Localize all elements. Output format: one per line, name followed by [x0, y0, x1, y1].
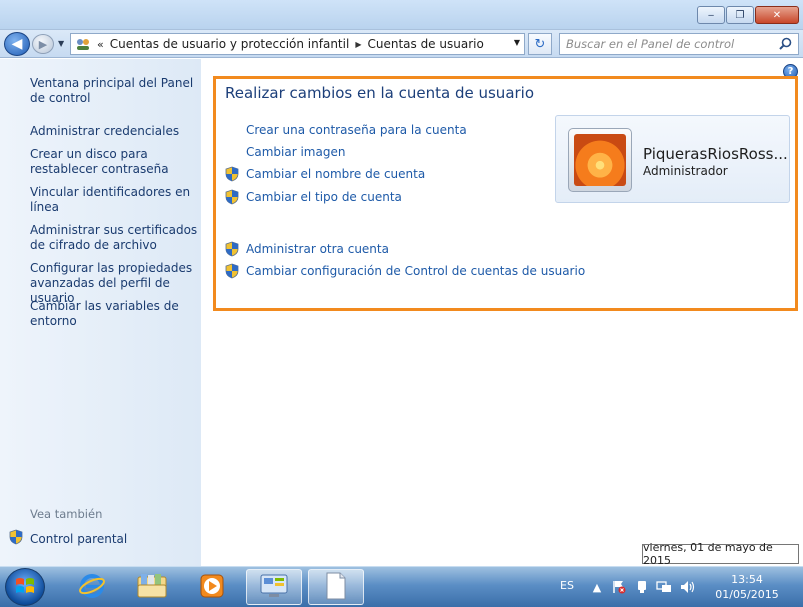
user-name: PiquerasRiosRoss...: [643, 145, 788, 163]
forward-button[interactable]: ▶: [32, 34, 54, 54]
taskbar-control-panel[interactable]: [246, 569, 302, 605]
user-avatar-frame: [568, 128, 632, 192]
control-panel-icon: [75, 37, 91, 51]
uac-shield-icon: [224, 166, 240, 182]
navigation-bar: ◀ ▶ ▼ « Cuentas de usuario y protección …: [0, 30, 803, 58]
task-change-account-name[interactable]: Cambiar el nombre de cuenta: [224, 166, 425, 182]
breadcrumb-overflow[interactable]: «: [97, 38, 104, 51]
sidebar-link-manage-credentials[interactable]: Administrar credenciales: [30, 124, 198, 139]
user-role: Administrador: [643, 164, 728, 178]
chevron-down-icon[interactable]: ▼: [514, 38, 520, 47]
title-bar: ‒ ❐ ✕: [0, 0, 803, 30]
refresh-button[interactable]: ↻: [528, 33, 552, 55]
refresh-icon: ↻: [534, 36, 546, 52]
back-button[interactable]: ◀: [4, 32, 30, 56]
recent-pages-dropdown[interactable]: ▼: [58, 39, 64, 48]
search-placeholder: Buscar en el Panel de control: [566, 37, 735, 51]
minimize-button[interactable]: ‒: [697, 6, 725, 24]
control-panel-icon: [259, 573, 289, 602]
taskbar-media-player[interactable]: [184, 569, 240, 605]
uac-shield-icon: [224, 189, 240, 205]
device-tray-icon[interactable]: [634, 579, 650, 595]
show-hidden-icons-icon[interactable]: ▲: [589, 579, 605, 595]
task-label: Crear una contraseña para la cuenta: [246, 123, 467, 137]
close-button[interactable]: ✕: [755, 6, 799, 24]
sidebar-link-environment-variables[interactable]: Cambiar las variables de entorno: [30, 299, 198, 329]
breadcrumb-item-user-accounts-family[interactable]: Cuentas de usuario y protección infantil: [110, 37, 350, 51]
windows-logo-icon: [14, 575, 36, 600]
user-account-card: PiquerasRiosRoss... Administrador: [555, 115, 790, 203]
maximize-button[interactable]: ❐: [726, 6, 754, 24]
task-manage-another-account[interactable]: Administrar otra cuenta: [224, 241, 389, 257]
task-change-account-type[interactable]: Cambiar el tipo de cuenta: [224, 189, 402, 205]
volume-icon[interactable]: [680, 579, 696, 595]
taskbar: ES ▲ 13:54 01/05/2015: [0, 566, 803, 607]
window-controls: ‒ ❐ ✕: [697, 6, 799, 24]
parental-controls-label: Control parental: [30, 531, 128, 546]
sidebar-link-online-ids[interactable]: Vincular identificadores en línea: [30, 185, 198, 215]
notepad-document-icon: [325, 572, 347, 603]
flower-avatar-icon: [574, 134, 626, 186]
task-label: Administrar otra cuenta: [246, 242, 389, 256]
task-label: Cambiar el tipo de cuenta: [246, 190, 402, 204]
library-folder-icon: [136, 572, 168, 603]
uac-shield-icon: [224, 263, 240, 279]
task-label: Cambiar configuración de Control de cuen…: [246, 264, 586, 278]
left-navigation-pane: Ventana principal del Panel de control A…: [0, 59, 201, 566]
uac-shield-icon: [8, 529, 24, 548]
page-title: Realizar cambios en la cuenta de usuario: [225, 84, 535, 102]
clock-date: 01/05/2015: [715, 588, 779, 601]
chevron-right-icon[interactable]: ▶: [355, 40, 361, 49]
task-change-picture[interactable]: Cambiar imagen: [224, 145, 345, 159]
search-icon[interactable]: [779, 37, 792, 53]
task-uac-settings[interactable]: Cambiar configuración de Control de cuen…: [224, 263, 585, 279]
task-label: Cambiar imagen: [246, 145, 346, 159]
arrow-right-icon: ▶: [38, 37, 48, 51]
parental-controls-link[interactable]: Control parental: [8, 529, 127, 548]
action-center-flag-icon[interactable]: [611, 579, 627, 595]
start-button[interactable]: [5, 568, 45, 606]
address-bar[interactable]: « Cuentas de usuario y protección infant…: [70, 33, 525, 55]
media-player-icon: [198, 572, 226, 603]
sidebar-link-password-reset-disk[interactable]: Crear un disco para restablecer contrase…: [30, 147, 198, 177]
clock-time: 13:54: [731, 573, 763, 586]
sidebar-link-encryption-certificates[interactable]: Administrar sus certificados de cifrado …: [30, 223, 198, 253]
sidebar-link-control-panel-home[interactable]: Ventana principal del Panel de control: [30, 76, 198, 106]
task-create-password[interactable]: Crear una contraseña para la cuenta: [224, 123, 467, 137]
language-indicator[interactable]: ES: [560, 579, 574, 592]
arrow-left-icon: ◀: [11, 36, 23, 52]
taskbar-notepad[interactable]: [308, 569, 364, 605]
breadcrumb-item-user-accounts[interactable]: Cuentas de usuario: [367, 37, 483, 51]
network-icon[interactable]: [656, 579, 672, 595]
system-clock[interactable]: 13:54 01/05/2015: [707, 572, 787, 602]
date-tooltip: viernes, 01 de mayo de 2015: [642, 541, 799, 567]
see-also-heading: Vea también: [30, 507, 103, 521]
internet-explorer-icon: [78, 572, 106, 603]
taskbar-internet-explorer[interactable]: [64, 569, 120, 605]
task-label: Cambiar el nombre de cuenta: [246, 167, 426, 181]
uac-shield-icon: [224, 241, 240, 257]
search-input[interactable]: Buscar en el Panel de control: [559, 33, 799, 55]
taskbar-libraries[interactable]: [124, 569, 180, 605]
